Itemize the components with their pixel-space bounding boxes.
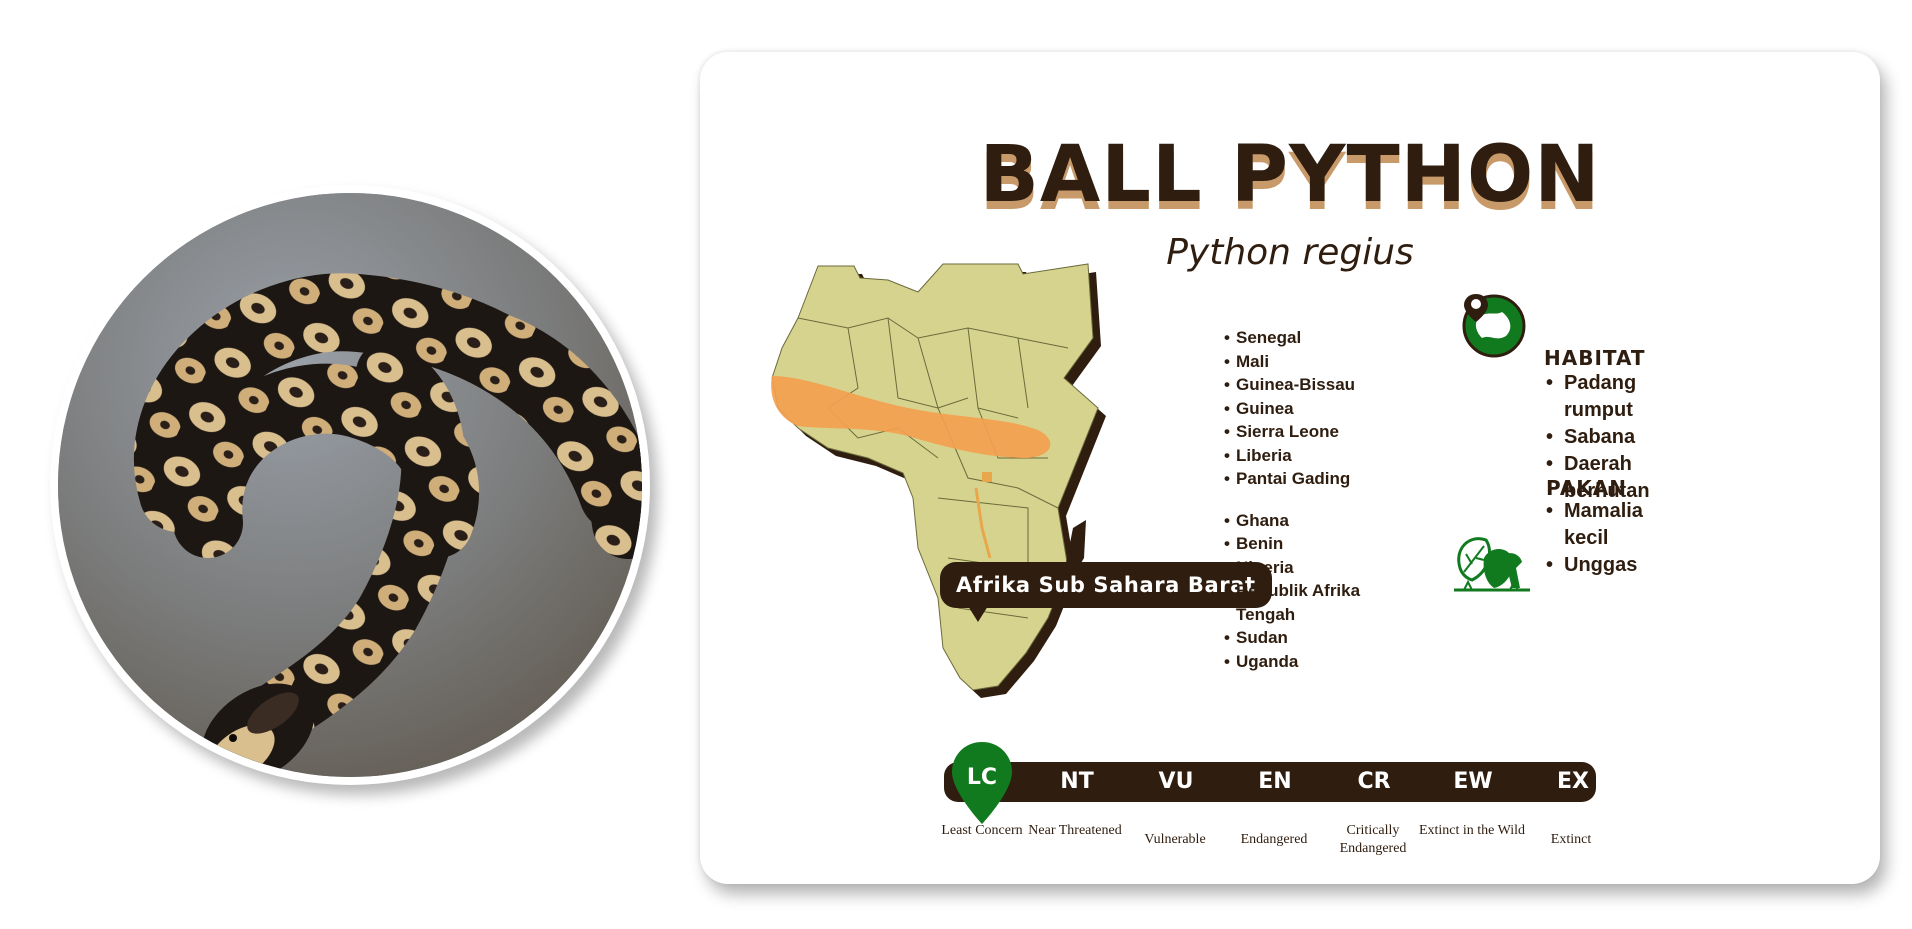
active-status-code: LC [966, 765, 998, 790]
ball-python-photo [58, 193, 642, 777]
range-patch [982, 472, 992, 482]
food-list: Mamalia kecil Unggas [1546, 498, 1643, 579]
conservation-status-bar: NT VU EN CR EW EX [944, 762, 1596, 802]
status-code-cr: CR [1357, 769, 1391, 794]
status-code-ew: EW [1453, 769, 1493, 794]
status-name-en: Endangered [1240, 832, 1308, 847]
list-item: Benin [1224, 532, 1404, 556]
list-item: Pantai Gading [1224, 467, 1404, 491]
leaves-animal-icon [1454, 537, 1530, 592]
status-name-nt: Near Threatened [1028, 823, 1122, 838]
list-item: Uganda [1224, 650, 1404, 674]
list-item: Unggas [1546, 552, 1643, 579]
status-code-nt: NT [1060, 769, 1094, 794]
list-item: Mamalia kecil [1546, 498, 1643, 552]
list-item: Sabana [1546, 424, 1650, 451]
species-info-card: BALL PYTHON Python regius Afrika Sub Sah… [700, 52, 1880, 884]
status-name-vu: Vulnerable [1144, 832, 1206, 847]
region-label: Afrika Sub Sahara Barat [940, 562, 1272, 622]
country-list: Senegal Mali Guinea-Bissau Guinea Sierra… [1224, 326, 1404, 673]
list-item: Ghana [1224, 509, 1404, 533]
list-item: Guinea-Bissau [1224, 373, 1404, 397]
list-item: Nigeria [1224, 556, 1404, 580]
list-item: Sierra Leone [1224, 420, 1404, 444]
status-name-cr: Critically Endangered [1339, 823, 1407, 856]
status-name-ex: Extinct [1550, 832, 1592, 847]
food-heading: PAKAN [1546, 476, 1628, 500]
snake-photo-frame [50, 185, 650, 785]
status-name-ew: Extinct in the Wild [1418, 823, 1526, 838]
status-code-en: EN [1258, 769, 1292, 794]
africa-distribution-map: Afrika Sub Sahara Barat [768, 258, 1272, 703]
list-item: Sudan [1224, 626, 1404, 650]
species-common-name: BALL PYTHON [979, 130, 1601, 220]
list-item: Senegal [1224, 326, 1404, 350]
status-code-vu: VU [1158, 769, 1194, 794]
list-item: Mali [1224, 350, 1404, 374]
habitat-heading: HABITAT [1544, 346, 1646, 370]
list-item: Guinea [1224, 397, 1404, 421]
globe-pin-icon [1462, 294, 1526, 358]
list-item: Republik Afrika Tengah [1224, 579, 1374, 626]
status-code-ex: EX [1557, 769, 1589, 794]
list-item: Padang rumput [1546, 370, 1650, 424]
list-item: Liberia [1224, 444, 1404, 468]
